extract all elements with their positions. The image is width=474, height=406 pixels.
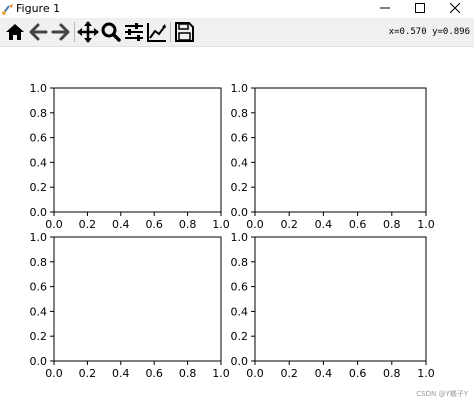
y-tick-label: 1.0: [30, 82, 48, 95]
y-tick-label: 0.8: [30, 107, 48, 120]
y-tick-label: 0.4: [231, 156, 249, 169]
line-chart-icon: [147, 23, 166, 42]
y-tick-label: 0.2: [231, 181, 249, 194]
home-icon: [6, 24, 24, 40]
cursor-coordinates: x=0.570 y=0.896: [388, 27, 470, 37]
x-tick-label: 0.2: [79, 218, 97, 231]
navigation-toolbar: x=0.570 y=0.896: [0, 18, 474, 47]
y-tick-label: 0.6: [231, 132, 249, 145]
configure-subplots-button[interactable]: [122, 20, 146, 44]
x-tick-label: 0.8: [179, 218, 197, 231]
zoom-button[interactable]: [99, 20, 123, 44]
close-icon: [450, 3, 460, 13]
x-tick-label: 0.6: [349, 367, 367, 380]
y-tick-label: 0.8: [30, 256, 48, 269]
y-tick-label: 0.6: [231, 281, 249, 294]
y-tick-label: 0.0: [231, 355, 249, 368]
x-tick-label: 0.6: [349, 218, 367, 231]
x-tick-label: 1.0: [417, 218, 435, 231]
x-tick-label: 0.0: [45, 367, 63, 380]
edit-axes-button[interactable]: [145, 20, 169, 44]
x-tick-label: 1.0: [212, 367, 230, 380]
y-tick-label: 0.8: [231, 107, 249, 120]
x-tick-label: 0.8: [179, 367, 197, 380]
x-tick-label: 0.4: [315, 367, 333, 380]
axes-frame: [254, 87, 427, 213]
maximize-button[interactable]: [403, 0, 437, 16]
x-tick-label: 1.0: [417, 367, 435, 380]
y-tick-label: 0.4: [30, 156, 48, 169]
axes-bottom-right: 0.0 0.2 0.4 0.6 0.8 1.0 0.0 0.2 0.4 0.6 0.8 1.0: [231, 231, 435, 380]
subplots-grid: 0.0 0.2 0.4 0.6 0.8 1.00.00.20.40.60.81.00.0 0…: [30, 82, 435, 380]
window-title: Figure 1: [16, 2, 61, 15]
toolbar-separator: [74, 22, 75, 42]
x-tick-label: 1.0: [212, 218, 230, 231]
x-tick-label: 0.4: [315, 218, 333, 231]
axes-top-right: 0.0 0.2 0.4 0.6 0.8 1.0 0.0 0.2 0.4 0.6 0.8 1.0: [231, 82, 435, 231]
y-tick-label: 0.2: [30, 330, 48, 343]
window-titlebar: Figure 1: [0, 0, 474, 17]
x-tick-label: 0.2: [280, 367, 298, 380]
y-tick-label: 0.4: [231, 305, 249, 318]
floppy-disk-icon: [175, 22, 194, 42]
x-tick-label: 0.8: [383, 367, 401, 380]
x-tick-label: 0.4: [112, 367, 130, 380]
arrow-left-icon: [29, 23, 48, 41]
x-tick-label: 0.0: [246, 367, 264, 380]
x-tick-label: 0.8: [383, 218, 401, 231]
matplotlib-app-icon: [1, 1, 15, 15]
home-button[interactable]: [3, 20, 27, 44]
watermark: CSDN @Y橘子Y: [416, 390, 468, 398]
axes-frame: [53, 87, 222, 213]
y-tick-label: 1.0: [30, 231, 48, 244]
y-tick-label: 1.0: [231, 231, 249, 244]
toolbar-separator: [170, 22, 171, 42]
x-tick-label: 0.2: [280, 218, 298, 231]
x-tick-label: 0.0: [246, 218, 264, 231]
axes-bottom-left: 0.0 0.2 0.4 0.6 0.8 1.0 0.0 0.2 0.4 0.6 0.8 1.0: [30, 231, 230, 380]
maximize-icon: [415, 3, 425, 13]
x-tick-label: 0.2: [79, 367, 97, 380]
y-tick-label: 0.6: [30, 132, 48, 145]
minimize-button[interactable]: [368, 0, 402, 16]
axes-frame: [53, 236, 222, 362]
y-tick-label: 0.0: [30, 206, 48, 219]
axes-frame: [254, 236, 427, 362]
x-tick-label: 0.6: [145, 218, 163, 231]
x-tick-label: 0.6: [145, 367, 163, 380]
y-tick-label: 0.2: [231, 330, 249, 343]
move-icon: [77, 21, 99, 43]
y-tick-label: 0.8: [231, 256, 249, 269]
y-tick-label: 0.0: [231, 206, 249, 219]
forward-button[interactable]: [49, 20, 73, 44]
back-button[interactable]: [26, 20, 50, 44]
y-tick-label: 0.6: [30, 281, 48, 294]
y-tick-label: 0.2: [30, 181, 48, 194]
pan-button[interactable]: [76, 20, 100, 44]
y-tick-label: 1.0: [231, 82, 249, 95]
figure-canvas[interactable]: 0.0 0.2 0.4 0.6 0.8 1.0 0.0 0.2 0.4 0.6 0.8 1.0 0.0 0…: [0, 47, 474, 402]
save-button[interactable]: [172, 20, 196, 44]
x-tick-label: 0.0: [45, 218, 63, 231]
close-button[interactable]: [438, 0, 472, 16]
y-tick-label: 0.0: [30, 355, 48, 368]
y-tick-label: 0.4: [30, 305, 48, 318]
arrow-right-icon: [51, 23, 70, 41]
minimize-icon: [380, 7, 390, 9]
x-tick-label: 0.4: [112, 218, 130, 231]
axes-top-left: 0.0 0.2 0.4 0.6 0.8 1.0 0.0 0.2 0.4 0.6 0.8 1.0: [30, 82, 230, 231]
magnifier-icon: [101, 22, 121, 42]
sliders-icon: [125, 23, 143, 41]
